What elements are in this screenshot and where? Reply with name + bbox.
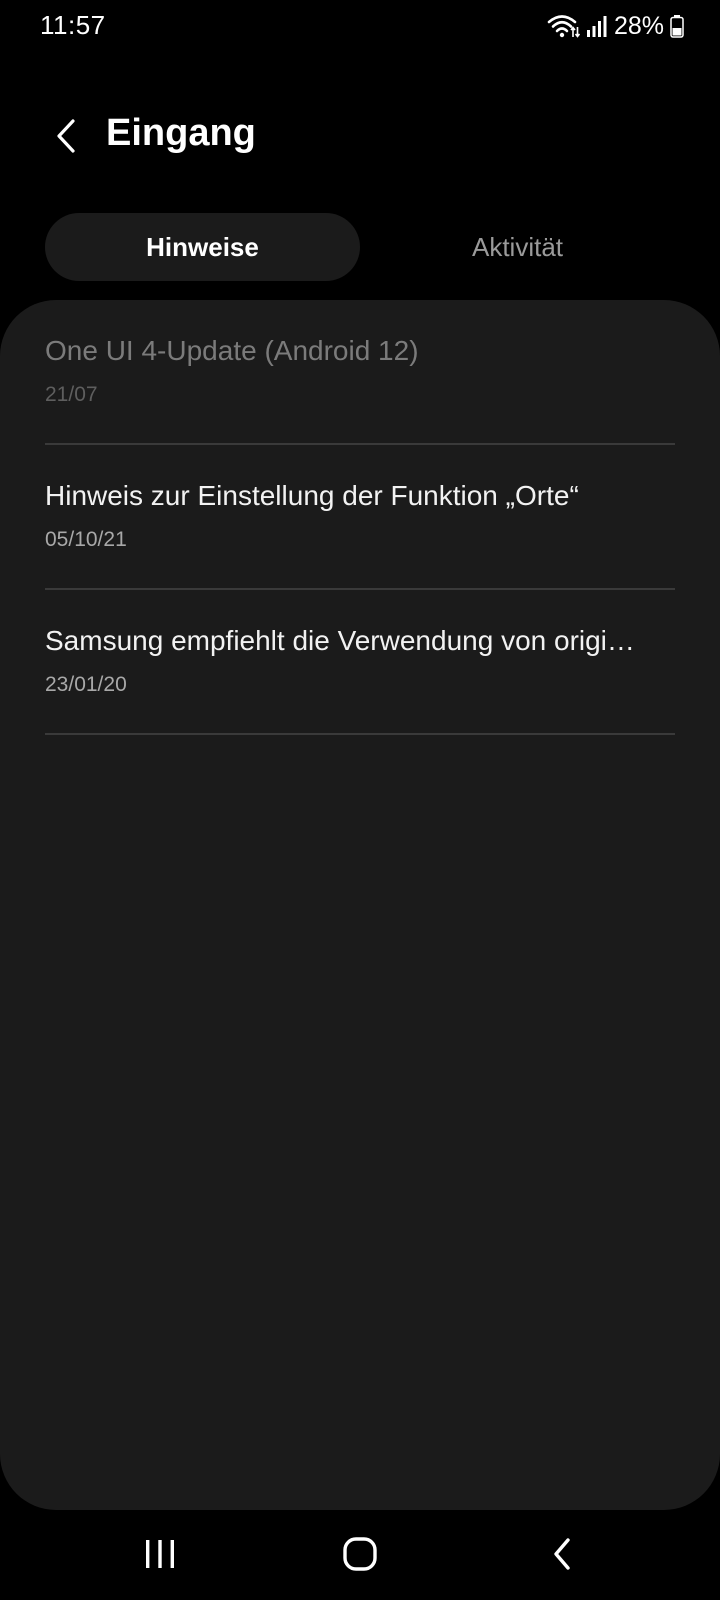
notice-title: Hinweis zur Einstellung der Funktion „Or… <box>45 480 579 511</box>
tab-aktivitaet[interactable]: Aktivität <box>360 213 675 281</box>
wifi-icon <box>546 13 580 39</box>
header: Eingang <box>0 100 720 176</box>
tab-bar: Hinweise Aktivität <box>45 213 675 281</box>
status-bar: 11:57 28% <box>0 0 720 52</box>
divider <box>45 733 675 735</box>
back-button[interactable] <box>36 108 96 168</box>
notice-date: 21/07 <box>45 383 98 406</box>
notice-list: One UI 4-Update (Android 12) 21/07 Hinwe… <box>0 300 720 1510</box>
back-icon <box>551 1537 573 1576</box>
notice-title: One UI 4-Update (Android 12) <box>45 335 419 366</box>
notice-title: Samsung empfiehlt die Verwendung von ori… <box>45 625 635 656</box>
home-icon <box>342 1536 378 1577</box>
navigation-bar <box>0 1510 720 1600</box>
nav-back-button[interactable] <box>522 1526 602 1586</box>
battery-icon <box>670 14 684 38</box>
recents-button[interactable] <box>120 1526 200 1586</box>
recents-icon <box>143 1538 177 1575</box>
status-icons: 28% <box>546 10 684 42</box>
notice-date: 05/10/21 <box>45 528 127 551</box>
notice-date: 23/01/20 <box>45 673 127 696</box>
list-item[interactable]: Samsung empfiehlt die Verwendung von ori… <box>45 590 675 735</box>
back-arrow-icon <box>55 118 77 159</box>
list-item[interactable]: One UI 4-Update (Android 12) 21/07 <box>45 300 675 445</box>
signal-icon <box>586 14 608 38</box>
battery-percentage: 28% <box>613 11 664 40</box>
page-title: Eingang <box>106 112 256 154</box>
home-button[interactable] <box>320 1526 400 1586</box>
status-time: 11:57 <box>40 10 106 40</box>
tab-hinweise[interactable]: Hinweise <box>45 213 360 281</box>
list-item[interactable]: Hinweis zur Einstellung der Funktion „Or… <box>45 445 675 590</box>
